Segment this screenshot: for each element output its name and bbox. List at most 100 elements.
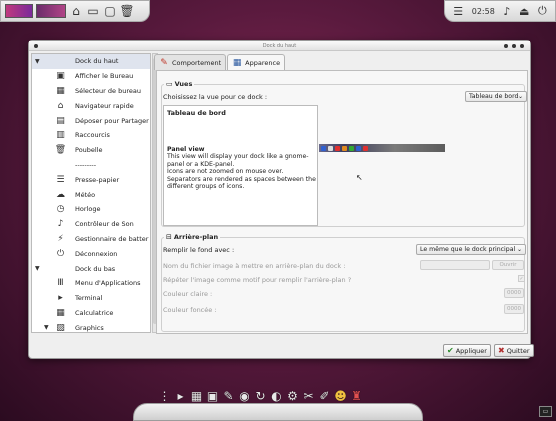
share-icon: ▤ — [56, 115, 65, 126]
chevron-down-icon: ⌄ — [517, 93, 523, 100]
expand-arrow-icon[interactable]: ▼ — [35, 58, 40, 65]
tools-icon[interactable]: ✂ — [302, 387, 315, 405]
quit-button[interactable]: ✖ Quitter — [494, 344, 534, 357]
apply-button[interactable]: ✔ Appliquer — [443, 344, 491, 357]
multimedia-icon[interactable]: ◐ — [270, 387, 283, 405]
window-menu-icon[interactable] — [34, 44, 38, 48]
browse-button[interactable]: Ouvrir — [492, 260, 524, 270]
edit-icon[interactable]: ✐ — [318, 387, 331, 405]
workspace-thumbnail-1[interactable] — [5, 4, 33, 18]
folders-icon[interactable]: ▭ — [86, 4, 100, 18]
window-icon[interactable]: ▢ — [103, 4, 117, 18]
expand-arrow-icon[interactable]: ▼ — [35, 265, 40, 272]
sidebar-item[interactable]: ▤ Déposer pour Partager — [32, 113, 150, 128]
apply-label: Appliquer — [455, 346, 487, 355]
appearance-icon: ▦ — [232, 57, 242, 68]
eject-icon[interactable]: ⏏ — [519, 5, 529, 18]
config-window: Dock du haut ▼ Dock du haut ▣ Afficher le B… — [28, 40, 534, 359]
sidebar-item[interactable]: ▦ Sélecteur de bureau — [32, 84, 150, 99]
sidebar-item-label: Calculatrice — [75, 308, 114, 317]
sound-icon: ♪ — [57, 219, 64, 230]
show-desktop-icon[interactable]: ▭ — [539, 406, 552, 417]
terminal-icon: ▸ — [58, 293, 63, 304]
apps-menu-icon: Ⅲ — [57, 278, 64, 289]
sidebar-item[interactable]: ☁ Météo — [32, 187, 150, 202]
behaviour-icon: ✎ — [160, 57, 168, 68]
sidebar-item-label: Poubelle — [75, 146, 103, 155]
tab-label: Comportement — [172, 58, 222, 67]
home-icon: ⌂ — [57, 100, 64, 111]
battery-icon: ⚡ — [57, 233, 64, 244]
apps-menu-icon[interactable]: ⋮ — [158, 387, 171, 405]
sidebar-item[interactable]: ◷ Horloge — [32, 202, 150, 217]
light-color-button[interactable]: 0000 — [504, 288, 524, 298]
calculator-icon: ▦ — [56, 307, 65, 318]
sidebar-item-label: --------- — [75, 160, 97, 169]
sidebar-item[interactable]: ▼ ▨ Graphics — [32, 320, 150, 333]
views-group-title: ▭ Vues — [164, 80, 195, 88]
sidebar-item[interactable]: ▣ Afficher le Bureau — [32, 69, 150, 84]
apply-icon: ✔ — [447, 346, 454, 355]
sidebar-category[interactable]: ▼ Dock du bas — [32, 261, 150, 276]
switcher-icon: ▦ — [56, 85, 65, 96]
clock[interactable]: 02:58 — [472, 7, 495, 16]
tab-apparence[interactable]: ▦ Apparence — [227, 54, 286, 70]
sidebar-item[interactable]: ♪ Contrôleur de Son — [32, 217, 150, 232]
sidebar-category[interactable]: ▼ Dock du haut — [32, 54, 150, 69]
window-title: Dock du haut — [262, 43, 297, 49]
sidebar-item[interactable]: --------- — [32, 158, 150, 173]
appearance-panel: ▭ Vues Choisissez la vue pour ce dock : … — [156, 70, 528, 334]
repeat-image-checkbox[interactable]: ✓ — [518, 275, 525, 282]
weather-icon: ☁ — [56, 189, 65, 200]
sidebar-item-label: Horloge — [75, 205, 101, 214]
top-right-dock: ☰ 02:58 ♪ ⏏ ⏻ — [444, 0, 556, 22]
view-preview-box: Tableau de bord Panel view This view wil… — [163, 105, 318, 226]
sidebar-item[interactable]: ▥ Raccourcis — [32, 128, 150, 143]
window-titlebar[interactable]: Dock du haut — [29, 41, 530, 51]
workspace-thumbnail-2[interactable] — [36, 4, 66, 18]
power-icon[interactable]: ⏻ — [538, 4, 547, 18]
sidebar-item-label: Navigateur rapide — [75, 101, 134, 110]
bottom-dock: ⋮ ▸ ▦ ▣ ✎ ◉ ↻ ◐ ⚙ ✂ ✐ ☻ ♜ — [133, 383, 423, 421]
sidebar-item[interactable]: ⌂ Navigateur rapide — [32, 98, 150, 113]
sidebar-item[interactable]: ⏻ Déconnexion — [32, 246, 150, 261]
sidebar-item[interactable]: ▦ Calculatrice — [32, 306, 150, 321]
minimize-icon[interactable] — [504, 44, 508, 48]
fill-label: Remplir le fond avec : — [163, 246, 235, 254]
view-select[interactable]: Tableau de bord ⌄ — [465, 91, 527, 102]
maximize-icon[interactable] — [512, 44, 516, 48]
sidebar-item[interactable]: 🗑 Poubelle — [32, 143, 150, 158]
fill-select[interactable]: Le même que le dock principal ⌄ — [416, 244, 526, 255]
graphics-icon[interactable]: ▣ — [206, 387, 219, 405]
trash-icon: 🗑 — [54, 145, 67, 156]
collapse-icon[interactable]: ⊟ — [166, 233, 172, 241]
system-icon[interactable]: ⚙ — [286, 387, 299, 405]
music-icon[interactable]: ♪ — [503, 5, 510, 18]
internet-icon[interactable]: ◉ — [238, 387, 251, 405]
dark-color-button[interactable]: 0000 — [504, 304, 524, 314]
tab-comportement[interactable]: ✎ Comportement — [154, 54, 227, 70]
calculator-icon[interactable]: ▦ — [190, 387, 203, 405]
sync-icon[interactable]: ↻ — [254, 387, 267, 405]
view-select-value: Tableau de bord — [469, 93, 519, 100]
repeat-image-label: Répéter l'image comme motif pour remplir… — [163, 276, 352, 284]
sidebar-item[interactable]: ▸ Terminal — [32, 291, 150, 306]
settings-icon[interactable]: ♜ — [350, 387, 363, 405]
sidebar-item[interactable]: ☰ Presse-papier — [32, 172, 150, 187]
close-icon[interactable] — [520, 44, 524, 48]
expand-arrow-icon[interactable]: ▼ — [44, 324, 49, 331]
trash-icon[interactable]: 🗑 — [119, 4, 134, 18]
sidebar-item-label: Presse-papier — [75, 175, 120, 184]
sidebar-item-label: Gestionnaire de batter — [75, 234, 149, 243]
menu-icon[interactable]: ☰ — [453, 5, 463, 18]
home-icon[interactable]: ⌂ — [69, 4, 83, 18]
image-file-input[interactable] — [420, 260, 490, 270]
games-icon[interactable]: ☻ — [334, 387, 347, 405]
top-dock: ⌂ ▭ ▢ 🗑 — [0, 0, 150, 22]
logout-icon: ⏻ — [56, 248, 65, 259]
terminal-icon[interactable]: ▸ — [174, 387, 187, 405]
sidebar-item[interactable]: ⚡ Gestionnaire de batter — [32, 232, 150, 247]
sidebar-item[interactable]: Ⅲ Menu d'Applications — [32, 276, 150, 291]
office-icon[interactable]: ✎ — [222, 387, 235, 405]
graphics-icon: ▨ — [56, 322, 65, 333]
